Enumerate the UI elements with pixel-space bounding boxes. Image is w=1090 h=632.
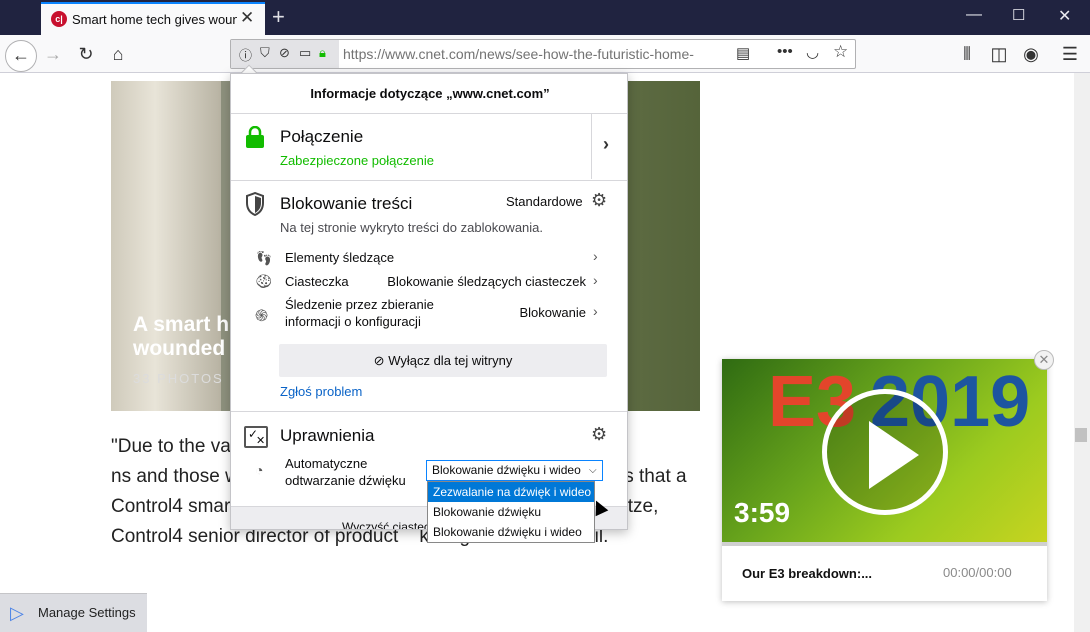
identity-block[interactable]: ⓘ ⛉ ⊘ ▭ 🔒︎ (231, 40, 339, 68)
forward-icon[interactable]: → (40, 42, 66, 68)
url-text[interactable]: https://www.cnet.com/news/see-how-the-fu… (343, 46, 698, 62)
cookie-icon: 🍪︎ (255, 273, 273, 289)
divider (231, 113, 627, 114)
autoplay-dropdown-list: Zezwalanie na dźwięk i wideo Blokowanie … (427, 481, 595, 543)
chevron-down-icon: ⌵ (589, 465, 597, 476)
page-actions-icon[interactable]: ••• (777, 43, 793, 60)
account-icon[interactable]: ◉ (1018, 42, 1044, 68)
pocket-icon[interactable]: ◡ (806, 43, 819, 61)
dropdown-option[interactable]: Zezwalanie na dźwięk i wideo (428, 482, 594, 502)
autoplay-label: Automatyczne odtwarzanie dźwięku (285, 456, 406, 488)
lock-icon (246, 126, 264, 148)
gear-icon[interactable]: ⚙ (591, 190, 607, 211)
url-bar[interactable]: ⓘ ⛉ ⊘ ▭ 🔒︎ https://www.cnet.com/news/see… (230, 39, 856, 69)
menu-icon[interactable]: ☰ (1057, 42, 1083, 68)
disable-label: Wyłącz dla tej witryny (388, 353, 513, 368)
popup-title: Informacje dotyczące „www.cnet.com” (310, 86, 550, 101)
back-icon[interactable]: ← (5, 40, 37, 72)
fingerprinting-value: Blokowanie (519, 305, 587, 320)
report-problem-link[interactable]: Zgłoś problem (280, 384, 362, 399)
library-icon[interactable]: ⫴ (954, 42, 980, 68)
disable-for-site-button[interactable]: ⊘ Wyłącz dla tej witryny (279, 344, 607, 377)
chevron-right-icon[interactable]: › (593, 303, 598, 319)
video-time: 00:00/00:00 (943, 565, 1012, 580)
tab-active[interactable]: c| Smart home tech gives wounded ✕ (41, 2, 265, 35)
play-icon (869, 421, 919, 489)
scrollbar[interactable] (1074, 73, 1090, 632)
cookies-label[interactable]: Ciasteczka (285, 274, 349, 289)
content-blocking-title: Blokowanie treści (280, 194, 413, 213)
info-icon[interactable]: ⓘ (239, 45, 252, 64)
close-window-button[interactable]: ✕ (1058, 6, 1071, 26)
reload-icon[interactable]: ↻ (73, 42, 99, 68)
blocking-mode[interactable]: Standardowe (506, 194, 583, 209)
video-close-icon[interactable]: ✕ (1034, 350, 1054, 370)
divider (231, 411, 627, 412)
video-player[interactable]: E3 2019 3:59 Our E3 breakdown:... 00:00/… (722, 359, 1047, 601)
manage-settings-button[interactable]: ▷ Manage Settings (0, 593, 147, 632)
tab-title: Smart home tech gives wounded (72, 12, 237, 27)
video-progress-bar[interactable] (722, 542, 1047, 546)
tab-bar: c| Smart home tech gives wounded ✕ + — ☐… (0, 0, 1090, 35)
nav-bar: ← → ↻ ⌂ ⓘ ⛉ ⊘ ▭ 🔒︎ https://www.cnet.com/… (0, 35, 1090, 73)
permissions-icon: ✓ ✕ (244, 426, 268, 448)
tab-close-icon[interactable]: ✕ (240, 8, 254, 28)
manage-settings-label: Manage Settings (38, 605, 136, 620)
shield-off-icon: ⊘ (373, 353, 389, 368)
reader-view-icon[interactable]: ▤ (736, 44, 750, 62)
cookies-value: Blokowanie śledzących ciasteczek (387, 274, 586, 289)
connection-status: Zabezpieczone połączenie (280, 153, 434, 168)
shield-icon (246, 192, 264, 216)
fingerprint-icon: ֍ (255, 308, 269, 325)
minimize-button[interactable]: — (966, 6, 982, 24)
notification-icon[interactable]: ▭ (299, 45, 311, 61)
home-icon[interactable]: ⌂ (105, 42, 131, 68)
door-image (111, 81, 221, 411)
autoplay-select-value: Blokowanie dźwięku i wideo (432, 463, 581, 477)
favicon: c| (51, 11, 67, 27)
shield-icon[interactable]: ⛉ (260, 45, 270, 61)
dropdown-option[interactable]: Blokowanie dźwięku i wideo (428, 522, 594, 542)
chevron-right-icon[interactable]: › (593, 272, 598, 288)
video-title[interactable]: Our E3 breakdown:... (742, 566, 872, 581)
lock-icon: 🔒︎ (319, 45, 326, 60)
fingerprinting-label[interactable]: Śledzenie przez zbieranie informacji o k… (285, 296, 455, 330)
connection-title[interactable]: Połączenie (280, 127, 363, 147)
video-thumbnail[interactable]: E3 2019 3:59 (722, 359, 1047, 542)
scrollbar-thumb[interactable] (1075, 428, 1087, 442)
dropdown-option[interactable]: Blokowanie dźwięku (428, 502, 594, 522)
chevron-right-icon[interactable]: › (603, 134, 609, 155)
play-arrow-icon: ▷ (10, 603, 24, 623)
video-duration: 3:59 (734, 497, 791, 528)
hero-subtitle: 33 PHOTOS (133, 371, 224, 386)
divider (231, 180, 627, 181)
blocking-description: Na tej stronie wykryto treści do zabloko… (280, 220, 544, 235)
new-tab-button[interactable]: + (272, 4, 285, 30)
divider (591, 114, 592, 179)
bookmark-star-icon[interactable]: ☆ (833, 42, 848, 62)
autoplay-icon: ◔ (255, 462, 264, 478)
permissions-title: Uprawnienia (280, 426, 375, 445)
sidebar-icon[interactable]: ◫ (986, 42, 1012, 68)
autoplay-blocked-icon[interactable]: ⊘ (279, 45, 290, 61)
gear-icon[interactable]: ⚙ (591, 424, 607, 445)
chevron-right-icon[interactable]: › (593, 248, 598, 264)
trackers-label[interactable]: Elementy śledzące (285, 250, 394, 265)
maximize-button[interactable]: ☐ (1012, 6, 1025, 24)
play-button[interactable] (822, 389, 948, 515)
footprints-icon: 👣︎ (255, 250, 273, 266)
autoplay-select[interactable]: Blokowanie dźwięku i wideo ⌵ (426, 460, 603, 481)
